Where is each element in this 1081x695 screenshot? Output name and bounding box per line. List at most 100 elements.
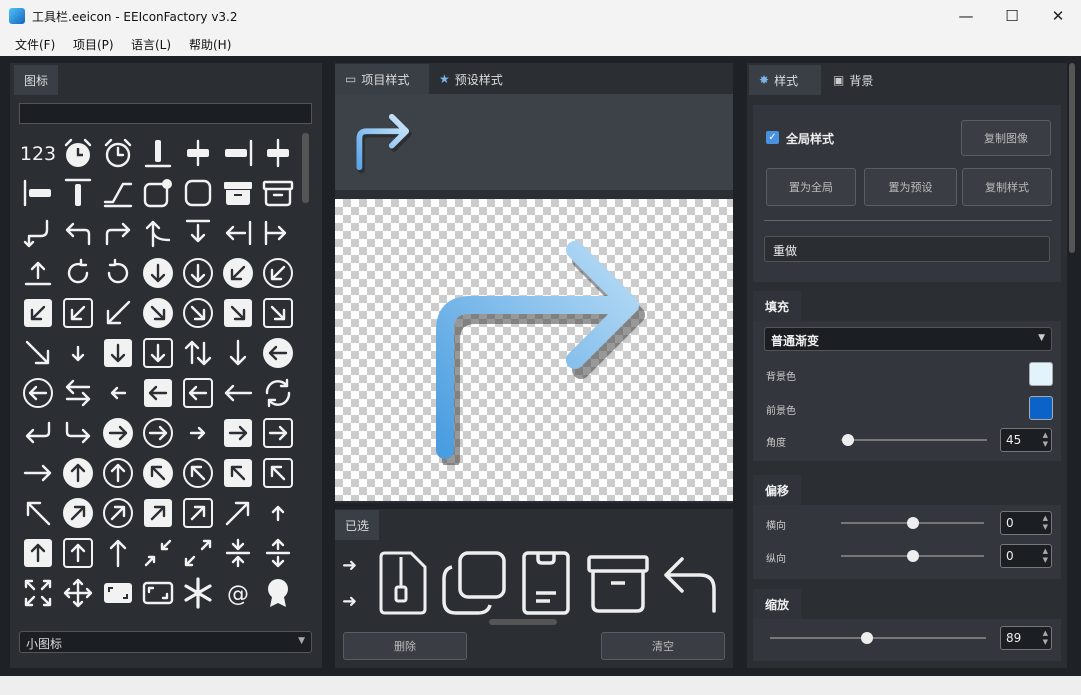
menu-language[interactable]: 语言(L) — [131, 36, 171, 53]
arrow-up-left-corner-icon[interactable] — [140, 215, 176, 251]
arrow-circle-right-filled-icon[interactable] — [100, 415, 136, 451]
arrow-expand-v-icon[interactable] — [260, 535, 296, 571]
tab-selected[interactable]: 已选 — [335, 510, 380, 540]
align-right-bar-icon[interactable] — [260, 135, 296, 171]
tab-icons[interactable]: 图标 — [14, 65, 59, 95]
style-panel-scrollbar[interactable] — [1069, 63, 1075, 253]
spin-arrows-icon[interactable]: ▲ ▼ — [1043, 547, 1048, 565]
arrow-right-icon[interactable] — [20, 455, 56, 491]
arrow-square-up-right-icon[interactable] — [180, 495, 216, 531]
arrow-square-left-filled-icon[interactable] — [140, 375, 176, 411]
aspect-ratio-filled-icon[interactable] — [100, 575, 136, 611]
arrow-circle-up-filled-icon[interactable] — [60, 455, 96, 491]
arrow-clockwise-icon[interactable] — [60, 255, 96, 291]
asterisk-icon[interactable] — [180, 575, 216, 611]
spin-arrows-icon[interactable]: ▲ ▼ — [1043, 431, 1048, 449]
tab-preset-style[interactable]: ★ 预设样式 — [429, 64, 513, 94]
arrow-left-icon[interactable] — [220, 375, 256, 411]
icon-size-select[interactable]: 小图标 ▼ — [19, 631, 312, 653]
arrow-upload-icon[interactable] — [20, 255, 56, 291]
arrow-circle-left-icon[interactable] — [20, 375, 56, 411]
arrow-up-left-turn-icon[interactable] — [60, 215, 96, 251]
arrow-move-icon[interactable] — [60, 575, 96, 611]
spin-arrows-icon[interactable]: ▲ ▼ — [1043, 629, 1048, 647]
minimize-button[interactable]: — — [943, 0, 989, 32]
fill-mode-select[interactable]: 普通渐变 ▼ — [764, 327, 1052, 351]
align-center-v-icon[interactable] — [220, 135, 256, 171]
id-badge-icon[interactable] — [520, 549, 572, 617]
aspect-ratio-icon[interactable] — [140, 575, 176, 611]
arrow-down-small-icon[interactable] — [60, 335, 96, 371]
arrow-maximize-icon[interactable] — [180, 535, 216, 571]
angle-spinbox[interactable]: 45 ▲ ▼ — [1000, 428, 1052, 452]
arrow-left-small-icon[interactable] — [100, 375, 136, 411]
award-icon[interactable] — [260, 575, 296, 611]
arrow-circle-down-left-filled-icon[interactable] — [220, 255, 256, 291]
icon-grid-scrollbar[interactable] — [302, 133, 309, 203]
close-button[interactable]: ✕ — [1035, 0, 1081, 32]
zip-file-icon[interactable] — [375, 549, 433, 617]
vertical-spinbox[interactable]: 0 ▲ ▼ — [1000, 544, 1052, 568]
copy-icon[interactable] — [440, 549, 510, 617]
angle-slider-track[interactable] — [841, 439, 987, 441]
arrow-up-left-icon[interactable] — [20, 495, 56, 531]
alarm-icon[interactable] — [60, 135, 96, 171]
arrow-square-up-filled-icon[interactable] — [20, 535, 56, 571]
arrow-circle-down-filled-icon[interactable] — [140, 255, 176, 291]
arrow-square-up-left-icon[interactable] — [260, 455, 296, 491]
arrow-down-left-turn-icon[interactable] — [20, 215, 56, 251]
fg-color-swatch[interactable] — [1029, 396, 1053, 420]
arrow-square-down-right-icon[interactable] — [260, 295, 296, 331]
archive-icon[interactable] — [585, 553, 651, 615]
arrow-down-right-icon[interactable] — [20, 335, 56, 371]
arrow-circle-right-icon[interactable] — [140, 415, 176, 451]
arrow-enter-left-icon[interactable] — [20, 415, 56, 451]
horizontal-spinbox[interactable]: 0 ▲ ▼ — [1000, 511, 1052, 535]
delete-button[interactable]: 删除 — [343, 632, 467, 660]
arrow-circle-up-left-icon[interactable] — [180, 455, 216, 491]
app-outline-icon[interactable] — [180, 175, 216, 211]
arrow-circle-up-left-filled-icon[interactable] — [140, 455, 176, 491]
arrow-square-right-icon[interactable] — [260, 415, 296, 451]
redo-field[interactable]: 重做 — [764, 236, 1050, 262]
arrow-circle-left-filled-icon[interactable] — [260, 335, 296, 371]
arrow-square-down-right-filled-icon[interactable] — [220, 295, 256, 331]
arrow-square-down-icon[interactable] — [140, 335, 176, 371]
app-badge-icon[interactable] — [140, 175, 176, 211]
copy-image-button[interactable]: 复制图像 — [961, 120, 1051, 156]
arrow-counterclockwise-icon[interactable] — [100, 255, 136, 291]
scale-slider-track[interactable] — [770, 637, 986, 639]
menu-project[interactable]: 项目(P) — [73, 36, 114, 53]
arrow-undo-icon[interactable] — [660, 553, 722, 615]
set-preset-button[interactable]: 置为预设 — [864, 168, 957, 206]
arrow-circle-down-right-icon[interactable] — [180, 295, 216, 331]
bg-color-swatch[interactable] — [1029, 362, 1053, 386]
tab-style[interactable]: ✸ 样式 — [749, 65, 821, 95]
arrow-up-right-icon[interactable] — [220, 495, 256, 531]
numbers-123-icon[interactable]: 123 — [20, 135, 56, 171]
arrow-collapse-v-icon[interactable] — [220, 535, 256, 571]
tab-item-style[interactable]: ▭ 项目样式 — [335, 64, 429, 94]
align-top-bar-icon[interactable] — [60, 175, 96, 211]
arrow-circle-up-icon[interactable] — [100, 455, 136, 491]
arrow-expand-icon[interactable] — [20, 575, 56, 611]
arrow-sync-icon[interactable] — [260, 375, 296, 411]
align-bottom-bar-icon[interactable] — [140, 135, 176, 171]
arrow-square-left-icon[interactable] — [180, 375, 216, 411]
arrow-up-icon[interactable] — [100, 535, 136, 571]
menu-file[interactable]: 文件(F) — [15, 36, 55, 53]
maximize-button[interactable]: ☐ — [989, 0, 1035, 32]
angle-slider-thumb[interactable] — [842, 434, 855, 446]
arrow-circle-down-left-icon[interactable] — [260, 255, 296, 291]
tab-background[interactable]: ▣ 背景 — [823, 65, 883, 95]
archive-icon[interactable] — [220, 175, 256, 211]
at-sign-icon[interactable]: @ — [220, 575, 256, 611]
arrow-square-up-left-filled-icon[interactable] — [220, 455, 256, 491]
arrow-square-right-filled-icon[interactable] — [220, 415, 256, 451]
arrow-swap-icon[interactable] — [60, 375, 96, 411]
set-global-button[interactable]: 置为全局 — [766, 168, 856, 206]
arrow-square-down-left-filled-icon[interactable] — [20, 295, 56, 331]
arrow-left-bar-icon[interactable] — [220, 215, 256, 251]
align-left-bar-icon[interactable] — [20, 175, 56, 211]
arrow-circle-up-right-filled-icon[interactable] — [60, 495, 96, 531]
